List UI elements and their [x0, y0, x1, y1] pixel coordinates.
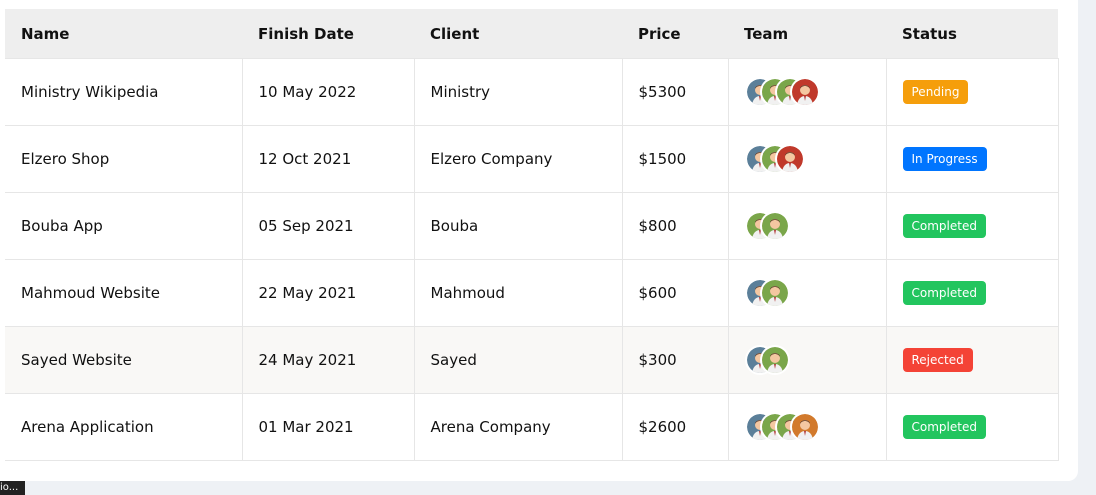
team-cell	[727, 58, 887, 126]
table-row: Arena Application 01 Mar 2021 Arena Compan…	[5, 393, 1059, 461]
team-cell	[727, 326, 887, 394]
projects-panel: Name Finish Date Client Price Team Statu…	[0, 0, 1078, 481]
team-cell	[727, 393, 887, 461]
status-badge: Rejected	[902, 348, 973, 372]
status-badge: Pending	[902, 80, 969, 104]
price: $300	[621, 326, 729, 394]
table-row: Elzero Shop 12 Oct 2021 Elzero Company $150…	[5, 125, 1059, 193]
projects-table: Name Finish Date Client Price Team Statu…	[5, 9, 1059, 461]
finish-date: 22 May 2021	[241, 259, 415, 327]
team-cell	[727, 259, 887, 327]
finish-date: 05 Sep 2021	[241, 192, 415, 260]
status-badge: In Progress	[902, 147, 987, 171]
project-name: Arena Application	[5, 393, 243, 461]
team-avatars	[744, 211, 886, 241]
status-cell: Rejected	[885, 326, 1059, 394]
finish-date: 24 May 2021	[241, 326, 415, 394]
status-badge: Completed	[902, 281, 986, 305]
table-row: Ministry Wikipedia 10 May 2022 Ministry $53…	[5, 58, 1059, 126]
status-cell: Completed	[885, 192, 1059, 260]
project-name: Ministry Wikipedia	[5, 58, 243, 126]
client-name: Mahmoud	[413, 259, 623, 327]
table-row: Mahmoud Website 22 May 2021 Mahmoud $600 Com…	[5, 259, 1059, 327]
avatar-icon	[759, 278, 790, 308]
avatar-icon	[759, 211, 790, 241]
team-avatars	[744, 144, 886, 174]
team-cell	[727, 192, 887, 260]
status-cell: Completed	[885, 259, 1059, 327]
finish-date: 10 May 2022	[241, 58, 415, 126]
price: $800	[621, 192, 729, 260]
avatar-icon	[759, 345, 790, 375]
avatar-icon	[789, 77, 820, 107]
client-name: Ministry	[413, 58, 623, 126]
client-name: Bouba	[413, 192, 623, 260]
project-name: Sayed Website	[5, 326, 243, 394]
table-row: Bouba App 05 Sep 2021 Bouba $800 Completed	[5, 192, 1059, 260]
header-status: Status	[886, 9, 1058, 59]
header-price: Price	[622, 9, 728, 59]
status-cell: Pending	[885, 58, 1059, 126]
status-badge: Completed	[902, 214, 986, 238]
header-name: Name	[5, 9, 242, 59]
finish-date: 01 Mar 2021	[241, 393, 415, 461]
client-name: Elzero Company	[413, 125, 623, 193]
header-client: Client	[414, 9, 622, 59]
team-avatars	[744, 278, 886, 308]
project-name: Bouba App	[5, 192, 243, 260]
price: $600	[621, 259, 729, 327]
team-avatars	[744, 77, 886, 107]
status-cell: In Progress	[885, 125, 1059, 193]
avatar-icon	[789, 412, 820, 442]
avatar-icon	[774, 144, 805, 174]
header-team: Team	[728, 9, 886, 59]
table-body: Ministry Wikipedia 10 May 2022 Ministry $53…	[5, 58, 1059, 461]
price: $5300	[621, 58, 729, 126]
team-avatars	[744, 345, 886, 375]
client-name: Arena Company	[413, 393, 623, 461]
team-avatars	[744, 412, 886, 442]
status-cell: Completed	[885, 393, 1059, 461]
team-cell	[727, 125, 887, 193]
table-row: Sayed Website 24 May 2021 Sayed $300 Rejecte…	[5, 326, 1059, 394]
client-name: Sayed	[413, 326, 623, 394]
header-finish-date: Finish Date	[242, 9, 414, 59]
project-name: Mahmoud Website	[5, 259, 243, 327]
price: $2600	[621, 393, 729, 461]
status-badge: Completed	[902, 415, 986, 439]
tooltip: io...	[0, 481, 25, 495]
table-header: Name Finish Date Client Price Team Statu…	[5, 9, 1058, 59]
project-name: Elzero Shop	[5, 125, 243, 193]
price: $1500	[621, 125, 729, 193]
finish-date: 12 Oct 2021	[241, 125, 415, 193]
